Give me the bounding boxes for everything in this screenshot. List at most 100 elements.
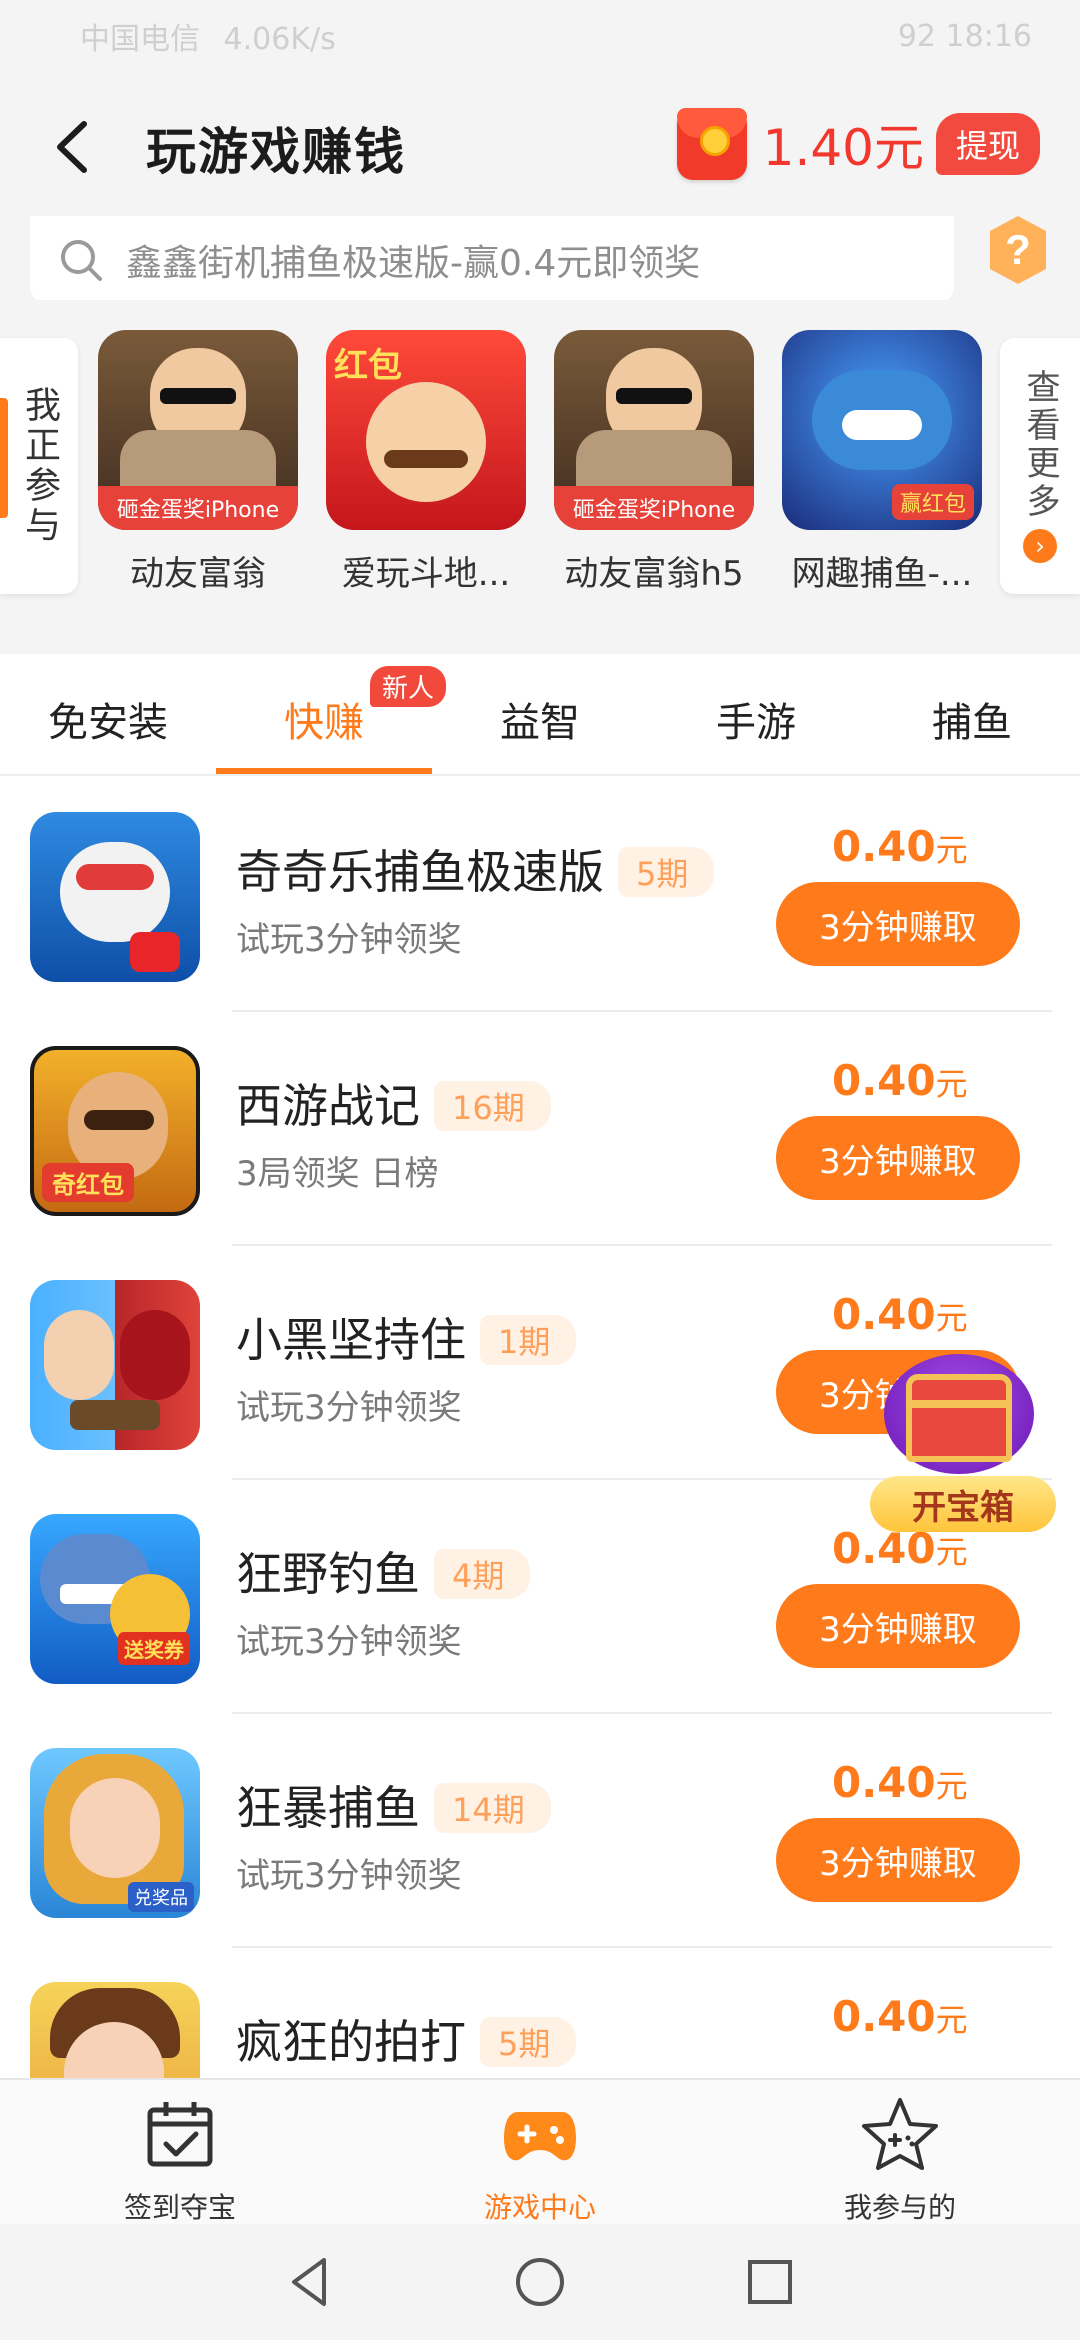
period-badge: 5期 <box>618 846 715 897</box>
active-tab-indicator <box>216 768 432 774</box>
system-back-icon[interactable] <box>280 2252 340 2312</box>
svg-text:?: ? <box>1005 226 1031 273</box>
view-more-button[interactable]: 查看更多 › <box>1000 338 1080 594</box>
joined-item-name: 动友富翁h5 <box>564 554 744 594</box>
network-speed: 4.06K/s <box>223 22 336 57</box>
page-title: 玩游戏赚钱 <box>146 123 406 181</box>
game-title: 西游战记 <box>236 1079 420 1133</box>
game-title: 疯狂的拍打 <box>236 2015 466 2069</box>
nav-label: 我参与的 <box>843 2191 956 2224</box>
period-badge: 14期 <box>434 1782 551 1833</box>
nav-label: 签到夺宝 <box>123 2191 236 2224</box>
joined-item-name: 动友富翁 <box>130 554 266 594</box>
game-name: 小黑坚持住 1期 <box>236 1304 577 1370</box>
tab-puzzle[interactable]: 益智 <box>432 690 648 748</box>
chevron-right-icon: › <box>1023 529 1057 563</box>
joined-item-name: 爱玩斗地... <box>341 554 511 594</box>
reward-value: 0.40 <box>832 1758 936 1807</box>
rich-man-game-icon: 砸金蛋奖iPhone <box>98 330 298 530</box>
status-bar: 中国电信 4.06K/s 92 18:16 <box>0 0 1080 72</box>
joined-item-name: 网趣捕鱼-... <box>791 554 973 594</box>
earn-button[interactable]: 3分钟赚取 <box>776 1818 1020 1902</box>
game-subtitle: 试玩3分钟领奖 <box>236 1622 462 1662</box>
status-left: 中国电信 4.06K/s <box>80 14 336 58</box>
battery-time: 92 18:16 <box>897 18 1032 54</box>
landlord-game-icon: 红包 <box>326 330 526 530</box>
balance-area[interactable]: 1.40元 提现 <box>676 104 1040 184</box>
reward-value: 0.40 <box>832 1992 936 2041</box>
game-title: 狂暴捕鱼 <box>236 1781 420 1835</box>
new-user-badge: 新人 <box>370 666 447 707</box>
system-recents-icon[interactable] <box>740 2252 800 2312</box>
icon-caption: 红包 <box>334 346 402 386</box>
gamepad-icon <box>504 2112 576 2161</box>
balance-value: 1.40元 <box>762 119 924 177</box>
reward-amount: 0.40元 <box>832 1758 968 1807</box>
icon-caption: 砸金蛋奖iPhone <box>98 486 298 530</box>
earn-button[interactable]: 3分钟赚取 <box>776 1116 1020 1200</box>
game-row[interactable]: 兑奖品 狂暴捕鱼 14期 试玩3分钟领奖 0.40元 3分钟赚取 <box>0 1714 1080 1948</box>
reward-unit: 元 <box>935 1299 968 1337</box>
game-row[interactable]: 奇红包 西游战记 16期 3局领奖 日榜 0.40元 3分钟赚取 <box>0 1012 1080 1246</box>
nav-game-center[interactable]: 游戏中心 <box>420 2094 660 2226</box>
rich-man-game-icon: 砸金蛋奖iPhone <box>554 330 754 530</box>
nav-my-joined[interactable]: 我参与的 <box>780 2094 1020 2226</box>
nav-label: 游戏中心 <box>483 2191 596 2224</box>
earn-button[interactable]: 3分钟赚取 <box>776 1584 1020 1668</box>
reward-unit: 元 <box>935 1533 968 1571</box>
tab-mobile-games[interactable]: 手游 <box>648 690 864 748</box>
reward-value: 0.40 <box>832 1290 936 1339</box>
fish-game-icon <box>30 812 200 982</box>
tab-no-install[interactable]: 免安装 <box>0 690 216 748</box>
game-subtitle: 试玩3分钟领奖 <box>236 1856 462 1896</box>
reward-unit: 元 <box>935 831 968 869</box>
bottom-nav: 签到夺宝 游戏中心 我参与的 <box>0 2078 1080 2224</box>
shark-fishing-game-icon: 送奖券 <box>30 1514 200 1684</box>
game-title: 小黑坚持住 <box>236 1313 466 1367</box>
period-badge: 16期 <box>434 1080 551 1131</box>
joined-games-strip: 我正参与 砸金蛋奖iPhone 动友富翁 红包 爱玩斗地... 砸金蛋奖iPho… <box>0 300 1080 654</box>
star-gamepad-icon <box>862 2098 938 2170</box>
period-badge: 1期 <box>480 1314 577 1365</box>
joined-item[interactable]: 砸金蛋奖iPhone 动友富翁h5 <box>554 330 754 595</box>
reward-amount: 0.40元 <box>832 1290 968 1339</box>
search-input[interactable]: 鑫鑫街机捕鱼极速版-赢0.4元即领奖 <box>30 216 954 304</box>
icon-caption: 赢红包 <box>891 484 974 520</box>
reward-unit: 元 <box>935 2001 968 2039</box>
mermaid-fishing-game-icon: 兑奖品 <box>30 1748 200 1918</box>
period-badge: 5期 <box>480 2016 577 2067</box>
game-name: 狂野钓鱼 4期 <box>236 1538 531 1604</box>
nav-checkin[interactable]: 签到夺宝 <box>60 2094 300 2226</box>
header: 玩游戏赚钱 1.40元 提现 <box>0 72 1080 220</box>
joined-item[interactable]: 红包 爱玩斗地... <box>326 330 526 595</box>
status-right: 92 18:16 <box>898 19 1032 54</box>
tab-fishing[interactable]: 捕鱼 <box>864 690 1080 748</box>
joined-tab-label: 我正参与 <box>19 386 60 546</box>
joined-item[interactable]: 赢红包 网趣捕鱼-... <box>782 330 982 595</box>
reward-unit: 元 <box>935 1767 968 1805</box>
back-arrow-icon[interactable] <box>44 112 104 182</box>
reward-amount: 0.40元 <box>832 1056 968 1105</box>
game-subtitle: 试玩3分钟领奖 <box>236 920 462 960</box>
help-question-icon[interactable]: ? <box>986 214 1050 286</box>
treasure-chest-icon <box>906 1374 1012 1462</box>
earn-button[interactable]: 3分钟赚取 <box>776 882 1020 966</box>
game-title: 奇奇乐捕鱼极速版 <box>236 845 604 899</box>
treasure-box-button[interactable]: 开宝箱 <box>862 1340 1062 1536</box>
search-placeholder: 鑫鑫街机捕鱼极速版-赢0.4元即领奖 <box>126 243 701 284</box>
withdraw-button[interactable]: 提现 <box>935 113 1040 175</box>
game-name: 狂暴捕鱼 14期 <box>236 1772 551 1838</box>
game-row[interactable]: 奇奇乐捕鱼极速版 5期 试玩3分钟领奖 0.40元 3分钟赚取 <box>0 778 1080 1012</box>
joined-tab[interactable]: 我正参与 <box>0 338 78 594</box>
reward-amount: 0.40元 <box>832 822 968 871</box>
reward-value: 0.40 <box>832 1056 936 1105</box>
joined-item[interactable]: 砸金蛋奖iPhone 动友富翁 <box>98 330 298 595</box>
red-packet-icon <box>676 108 747 180</box>
search-row: 鑫鑫街机捕鱼极速版-赢0.4元即领奖 ? <box>0 216 1080 304</box>
game-subtitle: 试玩3分钟领奖 <box>236 1388 462 1428</box>
reward-amount: 0.40元 <box>832 1992 968 2041</box>
game-subtitle: 3局领奖 日榜 <box>236 1154 439 1194</box>
system-home-icon[interactable] <box>510 2252 570 2312</box>
fishing-game-icon: 赢红包 <box>782 330 982 530</box>
hero-vs-dragon-game-icon <box>30 1280 200 1450</box>
